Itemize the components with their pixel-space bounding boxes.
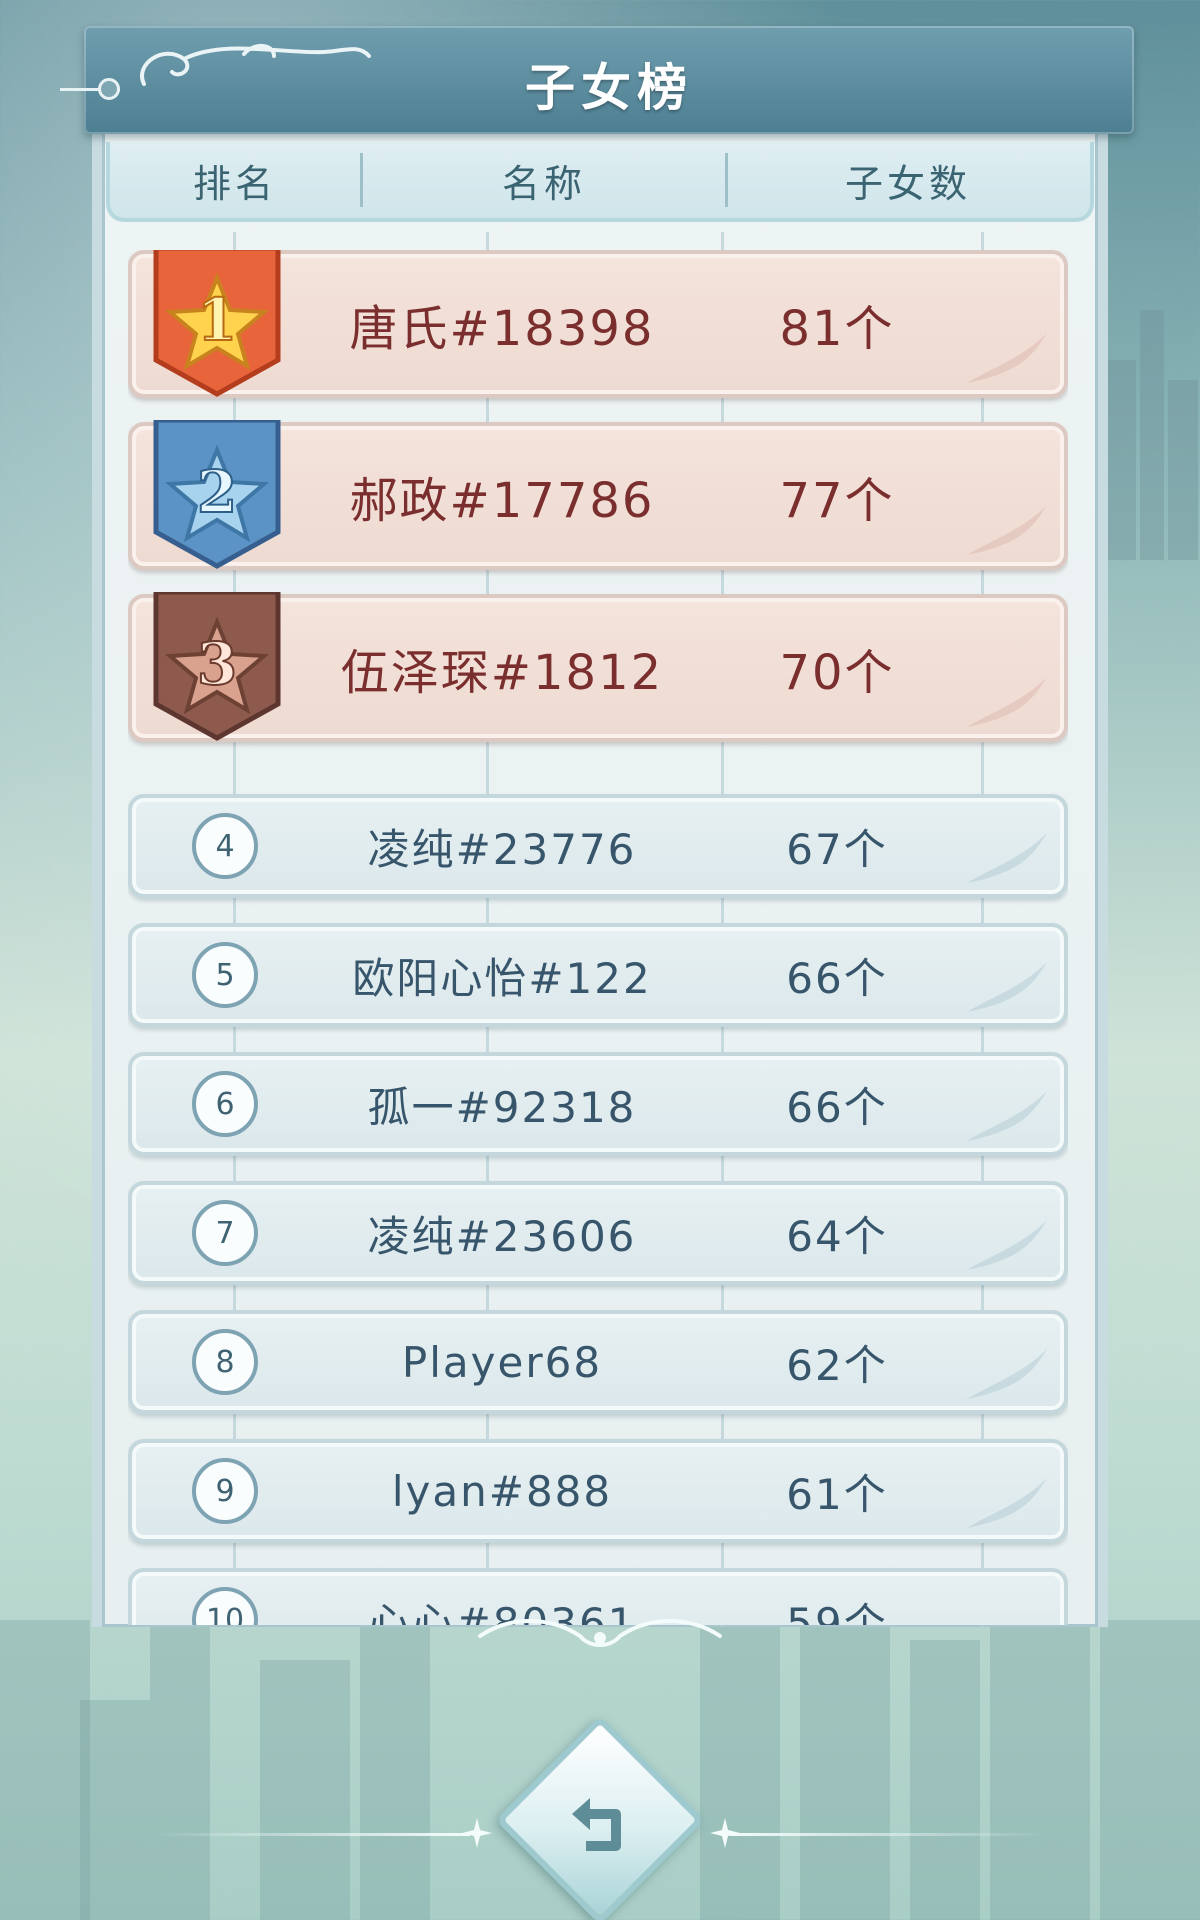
bronze-medal-icon: 3 [150, 589, 284, 742]
wing-ornament-icon [967, 1349, 1047, 1399]
rank-badge: 4 [192, 813, 258, 879]
table-row-rank-6[interactable]: 6 孤一#92318 66个 [128, 1052, 1068, 1156]
children-count: 67个 [786, 824, 888, 874]
children-count: 70个 [779, 645, 895, 701]
wing-ornament-icon [967, 677, 1047, 727]
rank-badge: 8 [192, 1329, 258, 1395]
wing-ornament-icon [967, 962, 1047, 1012]
wing-ornament-icon [967, 333, 1047, 383]
rank-badge: 5 [192, 942, 258, 1008]
decor-line-left [150, 1833, 470, 1836]
player-name: 孤一#92318 [367, 1082, 637, 1132]
player-name: 郝政#17786 [349, 473, 655, 529]
rank-badge: 6 [192, 1071, 258, 1137]
rank-badge: 7 [192, 1200, 258, 1266]
player-name: 唐氏#18398 [349, 301, 655, 357]
children-count: 61个 [786, 1469, 888, 1519]
sparkle-icon [710, 1818, 740, 1848]
children-count: 64个 [786, 1211, 888, 1261]
table-row-rank-1[interactable]: 1 唐氏#18398 81个 [128, 250, 1068, 398]
svg-text:3: 3 [197, 630, 237, 698]
silver-medal-icon: 2 [150, 417, 284, 570]
rank-badge: 9 [192, 1458, 258, 1524]
wing-ornament-icon [967, 1220, 1047, 1270]
player-name: 伍泽琛#1812 [340, 645, 664, 701]
header-rank: 排名 [192, 161, 277, 206]
title-bar: 子女榜 [60, 26, 1134, 134]
table-row-rank-5[interactable]: 5 欧阳心怡#122 66个 [128, 923, 1068, 1027]
player-name: Player68 [401, 1337, 603, 1387]
svg-text:1: 1 [197, 286, 237, 354]
ranking-list[interactable]: 1 唐氏#18398 81个 2 郝政#17786 77个 3 伍泽琛#1812 [128, 250, 1068, 1625]
back-arrow-icon [572, 1798, 621, 1851]
wing-ornament-icon [967, 1478, 1047, 1528]
player-name: 凌纯#23776 [367, 824, 637, 874]
page-title: 子女榜 [525, 59, 693, 117]
children-count: 62个 [786, 1340, 888, 1390]
table-header: 排名 名称 子女数 [106, 142, 1094, 222]
scroll-ornament-icon [478, 1619, 722, 1647]
sparkle-icon [462, 1818, 492, 1848]
children-count: 66个 [786, 953, 888, 1003]
header-name: 名称 [501, 161, 586, 206]
gold-medal-icon: 1 [150, 250, 284, 398]
wing-ornament-icon [967, 505, 1047, 555]
table-row-rank-7[interactable]: 7 凌纯#23606 64个 [128, 1181, 1068, 1285]
table-row-rank-8[interactable]: 8 Player68 62个 [128, 1310, 1068, 1414]
player-name: 欧阳心怡#122 [352, 953, 652, 1003]
player-name: 凌纯#23606 [367, 1211, 637, 1261]
wing-ornament-icon [967, 1091, 1047, 1141]
wing-ornament-icon [967, 833, 1047, 883]
table-row-rank-2[interactable]: 2 郝政#17786 77个 [128, 417, 1068, 570]
children-count: 81个 [779, 301, 895, 357]
rank-badge: 10 [192, 1587, 258, 1625]
table-row-rank-9[interactable]: 9 lyan#888 61个 [128, 1439, 1068, 1543]
children-count: 59个 [786, 1598, 888, 1626]
decor-line-right [730, 1833, 1050, 1836]
svg-text:2: 2 [197, 458, 237, 526]
table-row-rank-4[interactable]: 4 凌纯#23776 67个 [128, 794, 1068, 898]
header-count: 子女数 [844, 161, 971, 206]
player-name: lyan#888 [391, 1466, 613, 1516]
children-count: 77个 [779, 473, 895, 529]
table-row-rank-3[interactable]: 3 伍泽琛#1812 70个 [128, 589, 1068, 742]
background-city-right [1100, 300, 1200, 560]
children-count: 66个 [786, 1082, 888, 1132]
